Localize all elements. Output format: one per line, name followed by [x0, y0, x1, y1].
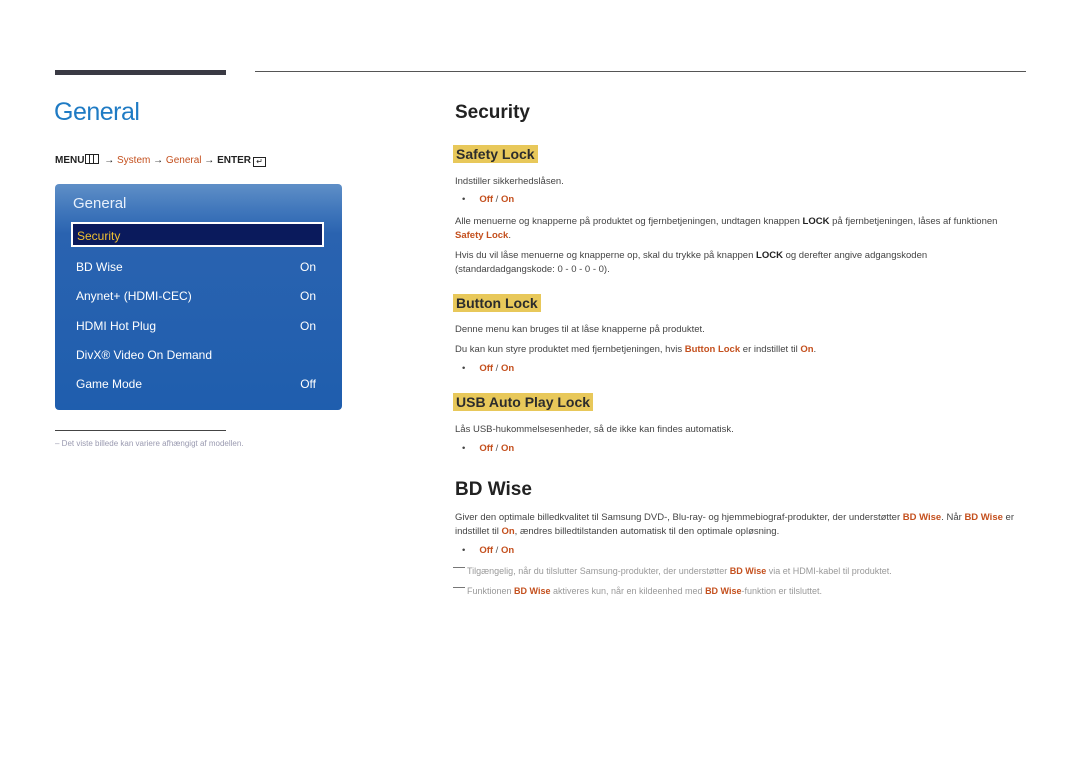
text: . Når — [941, 512, 965, 523]
breadcrumb-enter: ENTER — [217, 155, 251, 166]
safety-lock-ref: Safety Lock — [455, 230, 509, 241]
bullet-icon: • — [462, 443, 466, 454]
section-heading-security: Security — [455, 102, 530, 123]
text: -funktion er tilsluttet. — [741, 586, 823, 596]
subheading-text: Safety Lock — [453, 145, 538, 163]
option-off: Off — [479, 363, 494, 374]
arrow-icon: → — [104, 155, 115, 166]
text: Alle menuerne og knapperne på produktet … — [455, 216, 803, 227]
button-lock-desc: Denne menu kan bruges til at låse knappe… — [455, 324, 705, 335]
bd-wise-ref: BD Wise — [964, 512, 1003, 523]
usb-lock-desc: Lås USB-hukommelsesenheder, så de ikke k… — [455, 424, 734, 435]
breadcrumb-menu: MENU — [55, 155, 85, 166]
bd-wise-ref: BD Wise — [514, 586, 551, 596]
subheading-button-lock: Button Lock — [453, 294, 541, 313]
text: Funktionen — [467, 586, 515, 596]
bd-wise-note-2: Funktionen BD Wise aktiveres kun, når en… — [453, 586, 822, 596]
bullet-icon: • — [462, 363, 466, 374]
option-on: On — [500, 194, 515, 205]
safety-lock-paragraph-2: Hvis du vil låse menuerne og knapperne o… — [455, 249, 995, 277]
footnote: – Det viste billede kan variere afhængig… — [55, 439, 244, 448]
osd-menu-item-hdmi-hot-plug[interactable]: HDMI Hot Plug On — [76, 319, 316, 333]
safety-lock-options: • Off / On — [462, 194, 514, 205]
text: Tilgængelig, når du tilslutter Samsung-p… — [467, 566, 730, 576]
subheading-safety-lock: Safety Lock — [453, 145, 538, 164]
option-separator: / — [493, 545, 501, 556]
subheading-text: USB Auto Play Lock — [453, 393, 594, 411]
option-on: On — [500, 545, 515, 556]
page-title: General — [54, 98, 140, 126]
text: på fjernbetjeningen, låses af funktionen — [829, 216, 998, 227]
text: Du kan kun styre produktet med fjernbetj… — [455, 344, 685, 355]
text: Hvis du vil låse menuerne og knapperne o… — [455, 250, 757, 261]
enter-icon: ↵ — [252, 157, 266, 167]
button-lock-paragraph: Du kan kun styre produktet med fjernbetj… — [455, 343, 816, 357]
text: Giver den optimale billedkvalitet til Sa… — [455, 512, 903, 523]
option-separator: / — [493, 194, 501, 205]
on-ref: On — [800, 344, 814, 355]
text: aktiveres kun, når en kildeenhed med — [550, 586, 706, 596]
osd-menu-item-label: BD Wise — [76, 260, 123, 274]
option-separator: / — [493, 443, 501, 454]
button-lock-ref: Button Lock — [684, 344, 741, 355]
on-ref: On — [501, 526, 515, 537]
osd-menu-title: General — [73, 195, 127, 212]
footnote-divider — [55, 430, 226, 431]
usb-lock-options: • Off / On — [462, 443, 514, 454]
osd-menu-item-anynet[interactable]: Anynet+ (HDMI-CEC) On — [76, 289, 316, 303]
bullet-icon: • — [462, 194, 466, 205]
osd-menu-item-bd-wise[interactable]: BD Wise On — [76, 260, 316, 274]
osd-menu-item-value: On — [299, 319, 316, 333]
text: , ændres billedtilstanden automatisk til… — [514, 526, 780, 537]
bd-wise-ref: BD Wise — [902, 512, 942, 523]
bd-wise-paragraph: Giver den optimale billedkvalitet til Sa… — [455, 511, 1020, 539]
subheading-text: Button Lock — [453, 294, 541, 312]
osd-menu-panel: General Security BD Wise On Anynet+ (HDM… — [55, 184, 342, 410]
top-rule-thin — [255, 71, 1026, 72]
menu-icon — [85, 154, 100, 164]
option-on: On — [500, 443, 515, 454]
osd-menu-item-label: HDMI Hot Plug — [76, 319, 157, 333]
text: . — [813, 344, 817, 355]
osd-menu-item-label: Game Mode — [76, 377, 143, 391]
arrow-icon: → — [204, 155, 215, 166]
breadcrumb-general: General — [165, 155, 202, 166]
bd-wise-note-1: Tilgængelig, når du tilslutter Samsung-p… — [453, 566, 892, 576]
option-separator: / — [493, 363, 501, 374]
top-rule-thick — [55, 70, 226, 75]
safety-lock-desc: Indstiller sikkerhedslåsen. — [455, 176, 564, 187]
note-dash-icon — [453, 567, 465, 568]
lock-key-label: LOCK — [756, 250, 783, 261]
note-dash-icon — [453, 587, 465, 588]
text: er indstillet til — [740, 344, 801, 355]
osd-menu-item-value: Off — [300, 377, 316, 391]
osd-menu-item-label: Security — [77, 229, 121, 243]
bd-wise-ref: BD Wise — [705, 586, 742, 596]
section-heading-bd-wise: BD Wise — [455, 479, 532, 500]
osd-menu-item-divx[interactable]: DivX® Video On Demand — [76, 348, 316, 362]
footnote-text: Det viste billede kan variere afhængigt … — [61, 439, 244, 448]
subheading-usb-auto-play-lock: USB Auto Play Lock — [453, 393, 594, 412]
osd-menu-item-label: DivX® Video On Demand — [76, 348, 213, 362]
option-off: Off — [479, 194, 494, 205]
osd-menu-item-value: On — [299, 289, 316, 303]
bd-wise-options: • Off / On — [462, 545, 514, 556]
osd-menu-item-game-mode[interactable]: Game Mode Off — [76, 377, 316, 391]
breadcrumb-system: System — [117, 155, 151, 166]
text: . — [508, 230, 511, 241]
osd-menu-item-security[interactable]: Security — [71, 222, 324, 247]
lock-key-label: LOCK — [802, 216, 830, 227]
arrow-icon: → — [153, 155, 164, 166]
option-on: On — [500, 363, 515, 374]
osd-menu-item-label: Anynet+ (HDMI-CEC) — [76, 289, 192, 303]
option-off: Off — [479, 545, 494, 556]
bullet-icon: • — [462, 545, 466, 556]
button-lock-options: • Off / On — [462, 363, 514, 374]
osd-menu-item-value: On — [299, 260, 316, 274]
bd-wise-ref: BD Wise — [729, 566, 767, 576]
text: via et HDMI-kabel til produktet. — [766, 566, 892, 576]
safety-lock-paragraph-1: Alle menuerne og knapperne på produktet … — [455, 215, 1015, 243]
option-off: Off — [479, 443, 494, 454]
breadcrumb: MENU → System → General → ENTER ↵ — [55, 154, 266, 167]
